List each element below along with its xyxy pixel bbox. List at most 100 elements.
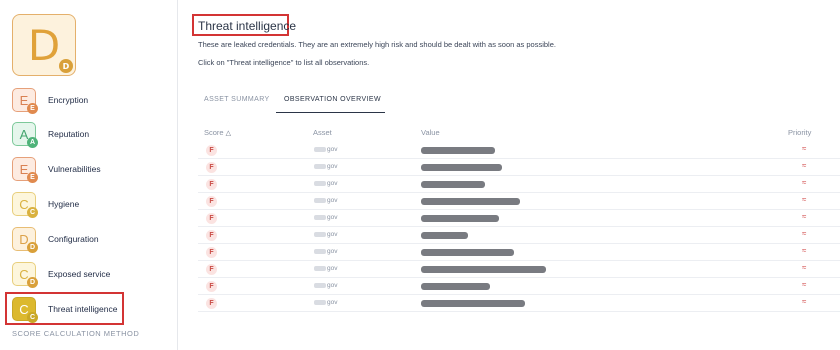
score-badge: F <box>206 162 217 173</box>
score-badge: F <box>206 298 217 309</box>
table-row[interactable]: Fgov ≈ <box>198 261 840 278</box>
page-description: These are leaked credentials. They are a… <box>198 40 556 49</box>
redacted-asset-prefix <box>314 282 326 288</box>
column-header-asset[interactable]: Asset <box>313 128 332 137</box>
score-badge: F <box>206 213 217 224</box>
score-calculation-method-link[interactable]: SCORE CALCULATION METHOD <box>12 329 139 338</box>
tab-asset-summary[interactable]: ASSET SUMMARY <box>204 96 270 103</box>
priority-high-icon: ≈ <box>802 178 807 187</box>
sidebar-item-encryption[interactable]: E E Encryption <box>12 87 172 114</box>
column-header-value[interactable]: Value <box>421 128 440 137</box>
category-grade-tile: AA <box>12 122 38 148</box>
category-grade-tile: CD <box>12 262 38 288</box>
score-badge: F <box>206 230 217 241</box>
priority-high-icon: ≈ <box>802 246 807 255</box>
priority-high-icon: ≈ <box>802 144 807 153</box>
sidebar-item-label: Vulnerabilities <box>48 164 101 174</box>
sidebar-item-label: Exposed service <box>48 269 111 279</box>
asset-cell: gov <box>314 282 337 289</box>
tab-observation-overview[interactable]: OBSERVATION OVERVIEW <box>284 96 381 103</box>
asset-domain: gov <box>327 282 338 289</box>
asset-cell: gov <box>314 248 337 255</box>
redacted-asset-prefix <box>314 299 326 305</box>
category-subgrade-badge: E <box>27 103 38 114</box>
sidebar-item-vulnerabilities[interactable]: E E Vulnerabilities <box>12 156 172 183</box>
column-header-priority[interactable]: Priority <box>788 128 811 137</box>
priority-high-icon: ≈ <box>802 195 807 204</box>
redacted-value <box>421 181 485 188</box>
score-badge: F <box>206 247 217 258</box>
redacted-asset-prefix <box>314 163 326 169</box>
asset-domain: gov <box>327 197 338 204</box>
asset-cell: gov <box>314 163 337 170</box>
sidebar-item-hygiene[interactable]: C C Hygiene <box>12 191 172 218</box>
active-tab-underline <box>276 112 385 113</box>
sidebar-item-reputation[interactable]: A A Reputation <box>12 121 172 148</box>
priority-high-icon: ≈ <box>802 161 807 170</box>
table-row[interactable]: Fgov ≈ <box>198 244 840 261</box>
redacted-value <box>421 232 468 239</box>
overall-grade-letter: D <box>27 20 61 70</box>
redacted-value <box>421 198 520 205</box>
redacted-asset-prefix <box>314 231 326 237</box>
redacted-asset-prefix <box>314 146 326 152</box>
asset-domain: gov <box>327 265 338 272</box>
table-row[interactable]: Fgov ≈ <box>198 278 840 295</box>
category-subgrade-badge: E <box>27 172 38 183</box>
asset-domain: gov <box>327 299 338 306</box>
asset-cell: gov <box>314 180 337 187</box>
column-header-score-label: Score <box>204 128 224 137</box>
score-badge: F <box>206 264 217 275</box>
priority-high-icon: ≈ <box>802 263 807 272</box>
redacted-asset-prefix <box>314 214 326 220</box>
score-badge: F <box>206 179 217 190</box>
category-grade-tile: EE <box>12 157 38 183</box>
category-grade-tile: EE <box>12 88 38 114</box>
column-header-score[interactable]: Score △ <box>204 128 231 137</box>
category-subgrade-badge: D <box>27 277 38 288</box>
category-subgrade-badge: D <box>27 242 38 253</box>
asset-cell: gov <box>314 146 337 153</box>
asset-domain: gov <box>327 180 338 187</box>
asset-domain: gov <box>327 163 338 170</box>
asset-cell: gov <box>314 299 337 306</box>
score-badge: F <box>206 196 217 207</box>
redacted-value <box>421 283 490 290</box>
priority-high-icon: ≈ <box>802 229 807 238</box>
category-subgrade-badge: C <box>27 207 38 218</box>
page-hint: Click on "Threat intelligence" to list a… <box>198 58 370 67</box>
table-row[interactable]: Fgov ≈ <box>198 159 840 176</box>
sidebar-item-exposed-service[interactable]: C D Exposed service <box>12 261 172 288</box>
sidebar-item-label: Reputation <box>48 129 90 139</box>
page-title: Threat intelligence <box>198 19 297 33</box>
redacted-value <box>421 249 514 256</box>
asset-domain: gov <box>327 231 338 238</box>
redacted-value <box>421 164 502 171</box>
sidebar-item-label: Encryption <box>48 95 89 105</box>
asset-cell: gov <box>314 197 337 204</box>
table-row[interactable]: Fgov ≈ <box>198 142 840 159</box>
redacted-value <box>421 147 495 154</box>
overall-subgrade-badge: D <box>59 59 73 73</box>
redacted-asset-prefix <box>314 180 326 186</box>
sidebar-item-configuration[interactable]: D D Configuration <box>12 226 172 253</box>
redacted-value <box>421 215 499 222</box>
table-row[interactable]: Fgov ≈ <box>198 210 840 227</box>
table-row[interactable]: Fgov ≈ <box>198 176 840 193</box>
table-row[interactable]: Fgov ≈ <box>198 295 840 312</box>
priority-high-icon: ≈ <box>802 297 807 306</box>
sort-ascending-icon[interactable]: △ <box>226 130 231 137</box>
overall-grade-tile[interactable]: D D <box>12 14 76 76</box>
category-grade-tile: CC <box>12 192 38 218</box>
sidebar: D D E E Encryption A A Reputation E E Vulnerabil… <box>0 0 178 350</box>
redacted-asset-prefix <box>314 197 326 203</box>
redacted-asset-prefix <box>314 265 326 271</box>
table-row[interactable]: Fgov ≈ <box>198 227 840 244</box>
redacted-value <box>421 300 525 307</box>
asset-domain: gov <box>327 248 338 255</box>
selected-category-highlight <box>5 292 124 325</box>
redacted-asset-prefix <box>314 248 326 254</box>
asset-cell: gov <box>314 214 337 221</box>
table-row[interactable]: Fgov ≈ <box>198 193 840 210</box>
score-badge: F <box>206 145 217 156</box>
